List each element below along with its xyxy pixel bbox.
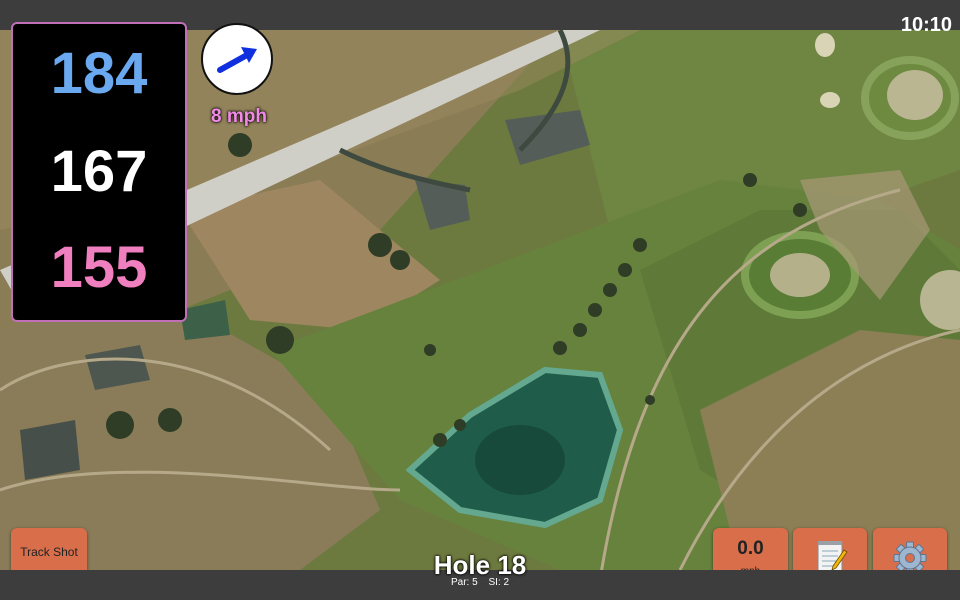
distance-back: 184 [50,41,148,106]
wind-indicator [201,23,273,95]
wind-arrow-icon [217,47,257,73]
wind-speed-label: 8 mph [211,106,267,127]
hole-stroke-index: SI: 2 [488,577,510,588]
distance-middle: 167 [50,139,148,204]
status-time: 10:10 [900,14,952,36]
speed-value: 0.0 [737,538,764,559]
distance-front: 155 [50,235,148,300]
distance-panel: 184 167 155 [11,22,187,322]
hole-info: Par: 5 SI: 2 [380,577,580,588]
hole-par: Par: 5 [450,577,478,588]
